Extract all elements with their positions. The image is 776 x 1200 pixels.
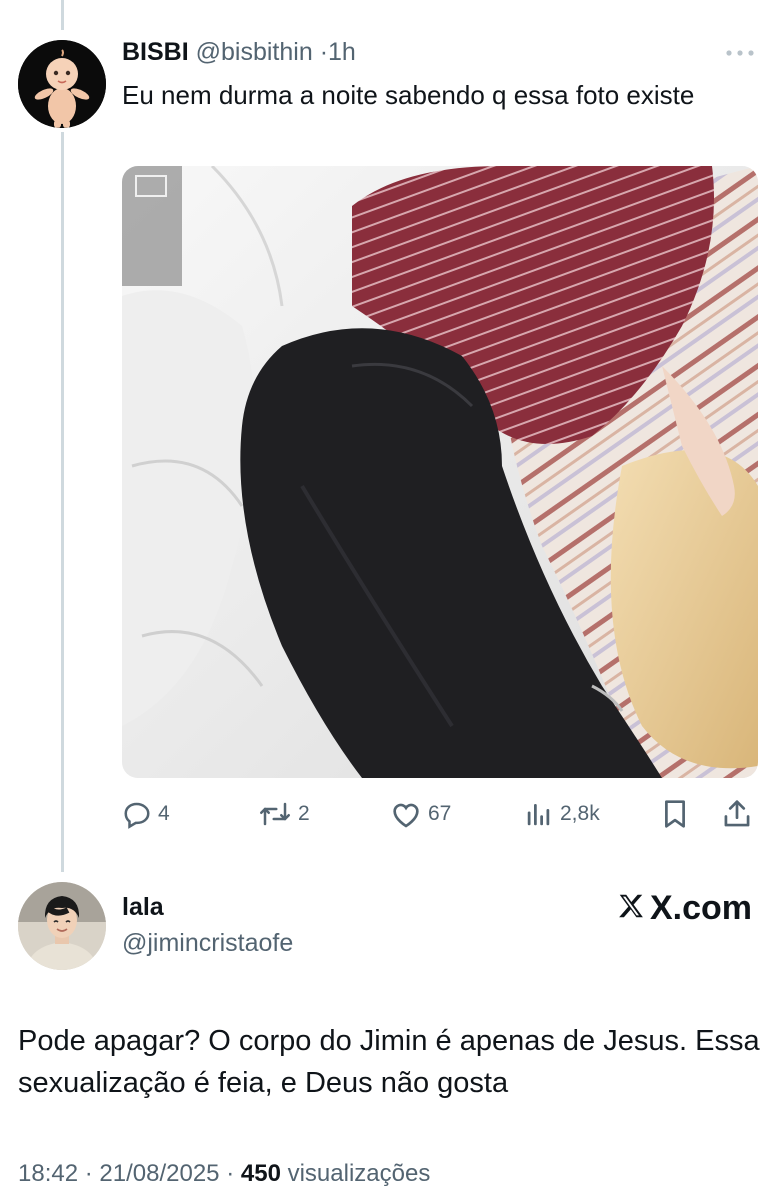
quoted-tweet-text: Eu nem durma a noite sabendo q essa foto…: [122, 80, 695, 110]
reply-count: 4: [158, 802, 170, 825]
footer-separator-2: ·: [226, 1160, 235, 1187]
views-count: 2,8k: [560, 802, 600, 825]
repost-button[interactable]: 2: [258, 792, 310, 836]
reply-text: Pode apagar? O corpo do Jimin é apenas d…: [18, 1025, 760, 1099]
quoted-author-name[interactable]: BISBI: [122, 38, 189, 66]
reply-time[interactable]: 18:42: [18, 1160, 78, 1187]
bookmark-icon: [660, 798, 690, 830]
repost-icon: [258, 799, 292, 829]
reply-footer: 18:42 · 21/08/2025 · 450 visualizações: [18, 1160, 430, 1188]
photo-illustration: [122, 166, 758, 778]
reply-view-label: visualizações: [287, 1160, 431, 1187]
x-brand-text: X.com: [650, 888, 753, 927]
like-icon: [390, 799, 422, 829]
share-icon: [722, 798, 752, 830]
reply-icon: [122, 799, 152, 829]
reply-author-name[interactable]: lala: [122, 893, 164, 922]
tweet-action-bar: 4 2 67 2,8k: [122, 792, 762, 836]
tweet-photo[interactable]: [122, 166, 758, 778]
person-avatar-image: [18, 882, 106, 970]
like-count: 67: [428, 802, 452, 825]
reply-date[interactable]: 21/08/2025: [99, 1160, 219, 1187]
meta-separator: ·: [319, 38, 329, 66]
thread-line-top: [61, 0, 64, 30]
views-icon: [524, 799, 554, 829]
reply-view-count: 450: [240, 1160, 281, 1187]
thread-line: [61, 132, 64, 872]
x-brand: X.com: [616, 888, 752, 928]
quoted-tweet-time[interactable]: 1h: [328, 38, 356, 66]
views-button[interactable]: 2,8k: [524, 792, 600, 836]
footer-separator: ·: [84, 1160, 93, 1187]
quoted-tweet-header: BISBI @bisbithin ·1h: [122, 38, 356, 67]
reply-button[interactable]: 4: [122, 792, 170, 836]
reply-author-avatar[interactable]: [18, 882, 106, 970]
quoted-author-avatar[interactable]: [18, 40, 106, 128]
reply-author-handle[interactable]: @jimincristaofe: [122, 929, 293, 958]
repost-count: 2: [298, 802, 310, 825]
share-button[interactable]: [722, 792, 752, 836]
more-icon[interactable]: [720, 38, 760, 68]
x-logo-icon: [616, 891, 646, 926]
like-button[interactable]: 67: [390, 792, 451, 836]
quoted-author-handle[interactable]: @bisbithin: [196, 38, 313, 66]
bookmark-button[interactable]: [660, 792, 690, 836]
kewpie-avatar-image: [18, 40, 106, 128]
